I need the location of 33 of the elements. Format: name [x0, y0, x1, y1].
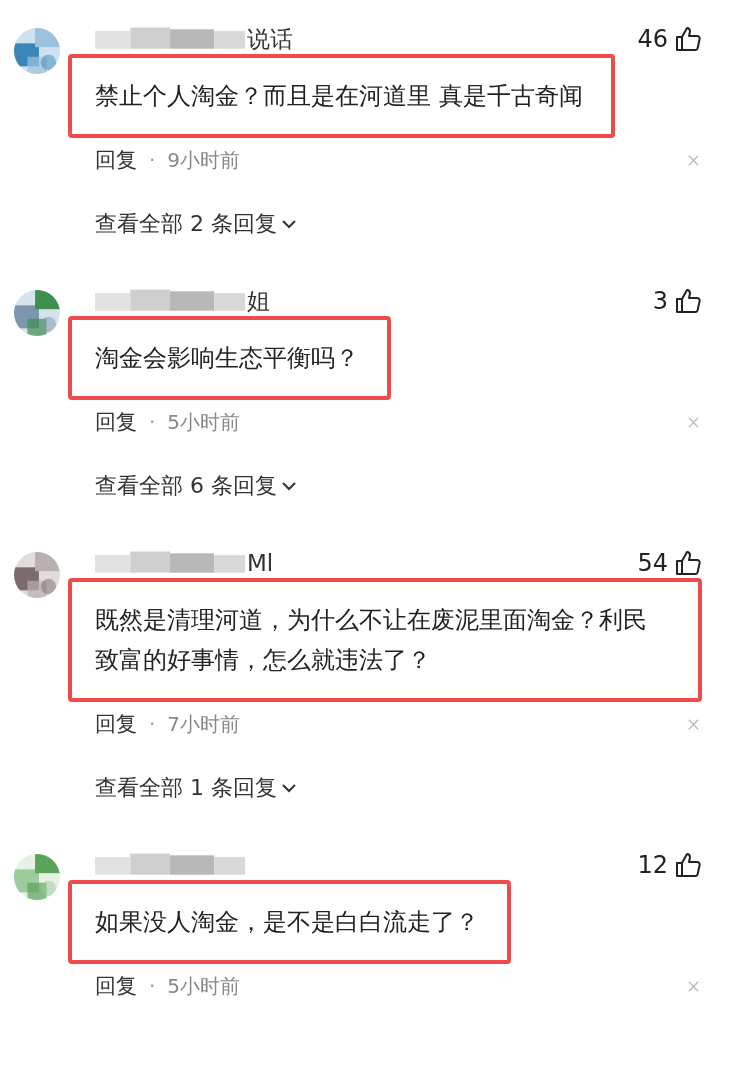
chevron-down-icon [281, 219, 297, 229]
username: 姐 [247, 286, 270, 316]
timestamp: 5小时前 [167, 972, 241, 1000]
chevron-down-icon [281, 783, 297, 793]
like-count: 12 [637, 851, 668, 879]
reply-button[interactable]: 回复 [95, 146, 137, 174]
comment-text: 既然是清理河道，为什么不让在废泥里面淘金？利民致富的好事情，怎么就违法了？ [95, 606, 647, 674]
thumbs-up-icon[interactable] [674, 549, 702, 577]
separator: · [149, 148, 156, 172]
view-replies-link[interactable]: 查看全部 6 条回复 [95, 470, 297, 502]
reply-button[interactable]: 回复 [95, 408, 137, 436]
thumbs-up-icon[interactable] [674, 25, 702, 53]
view-replies-link[interactable]: 查看全部 2 条回复 [95, 208, 297, 240]
timestamp: 9小时前 [167, 146, 241, 174]
separator: · [149, 712, 156, 736]
like-count: 54 [637, 549, 668, 577]
reply-button[interactable]: 回复 [95, 972, 137, 1000]
comment-text: 禁止个人淘金？而且是在河道里 真是千古奇闻 [95, 82, 583, 110]
comment-text: 如果没人淘金，是不是白白流走了？ [95, 908, 479, 936]
thumbs-up-icon[interactable] [674, 287, 702, 315]
separator: · [149, 410, 156, 434]
like-count: 3 [652, 287, 668, 315]
view-replies-link[interactable]: 查看全部 1 条回复 [95, 772, 297, 804]
username: Ml [247, 550, 274, 576]
separator: · [149, 974, 156, 998]
thumbs-up-icon[interactable] [674, 851, 702, 879]
like-count: 46 [637, 25, 668, 53]
timestamp: 5小时前 [167, 408, 241, 436]
comment-text: 淘金会影响生态平衡吗？ [95, 344, 359, 372]
timestamp: 7小时前 [167, 710, 241, 738]
reply-button[interactable]: 回复 [95, 710, 137, 738]
username: 说话 [247, 24, 293, 54]
chevron-down-icon [281, 481, 297, 491]
